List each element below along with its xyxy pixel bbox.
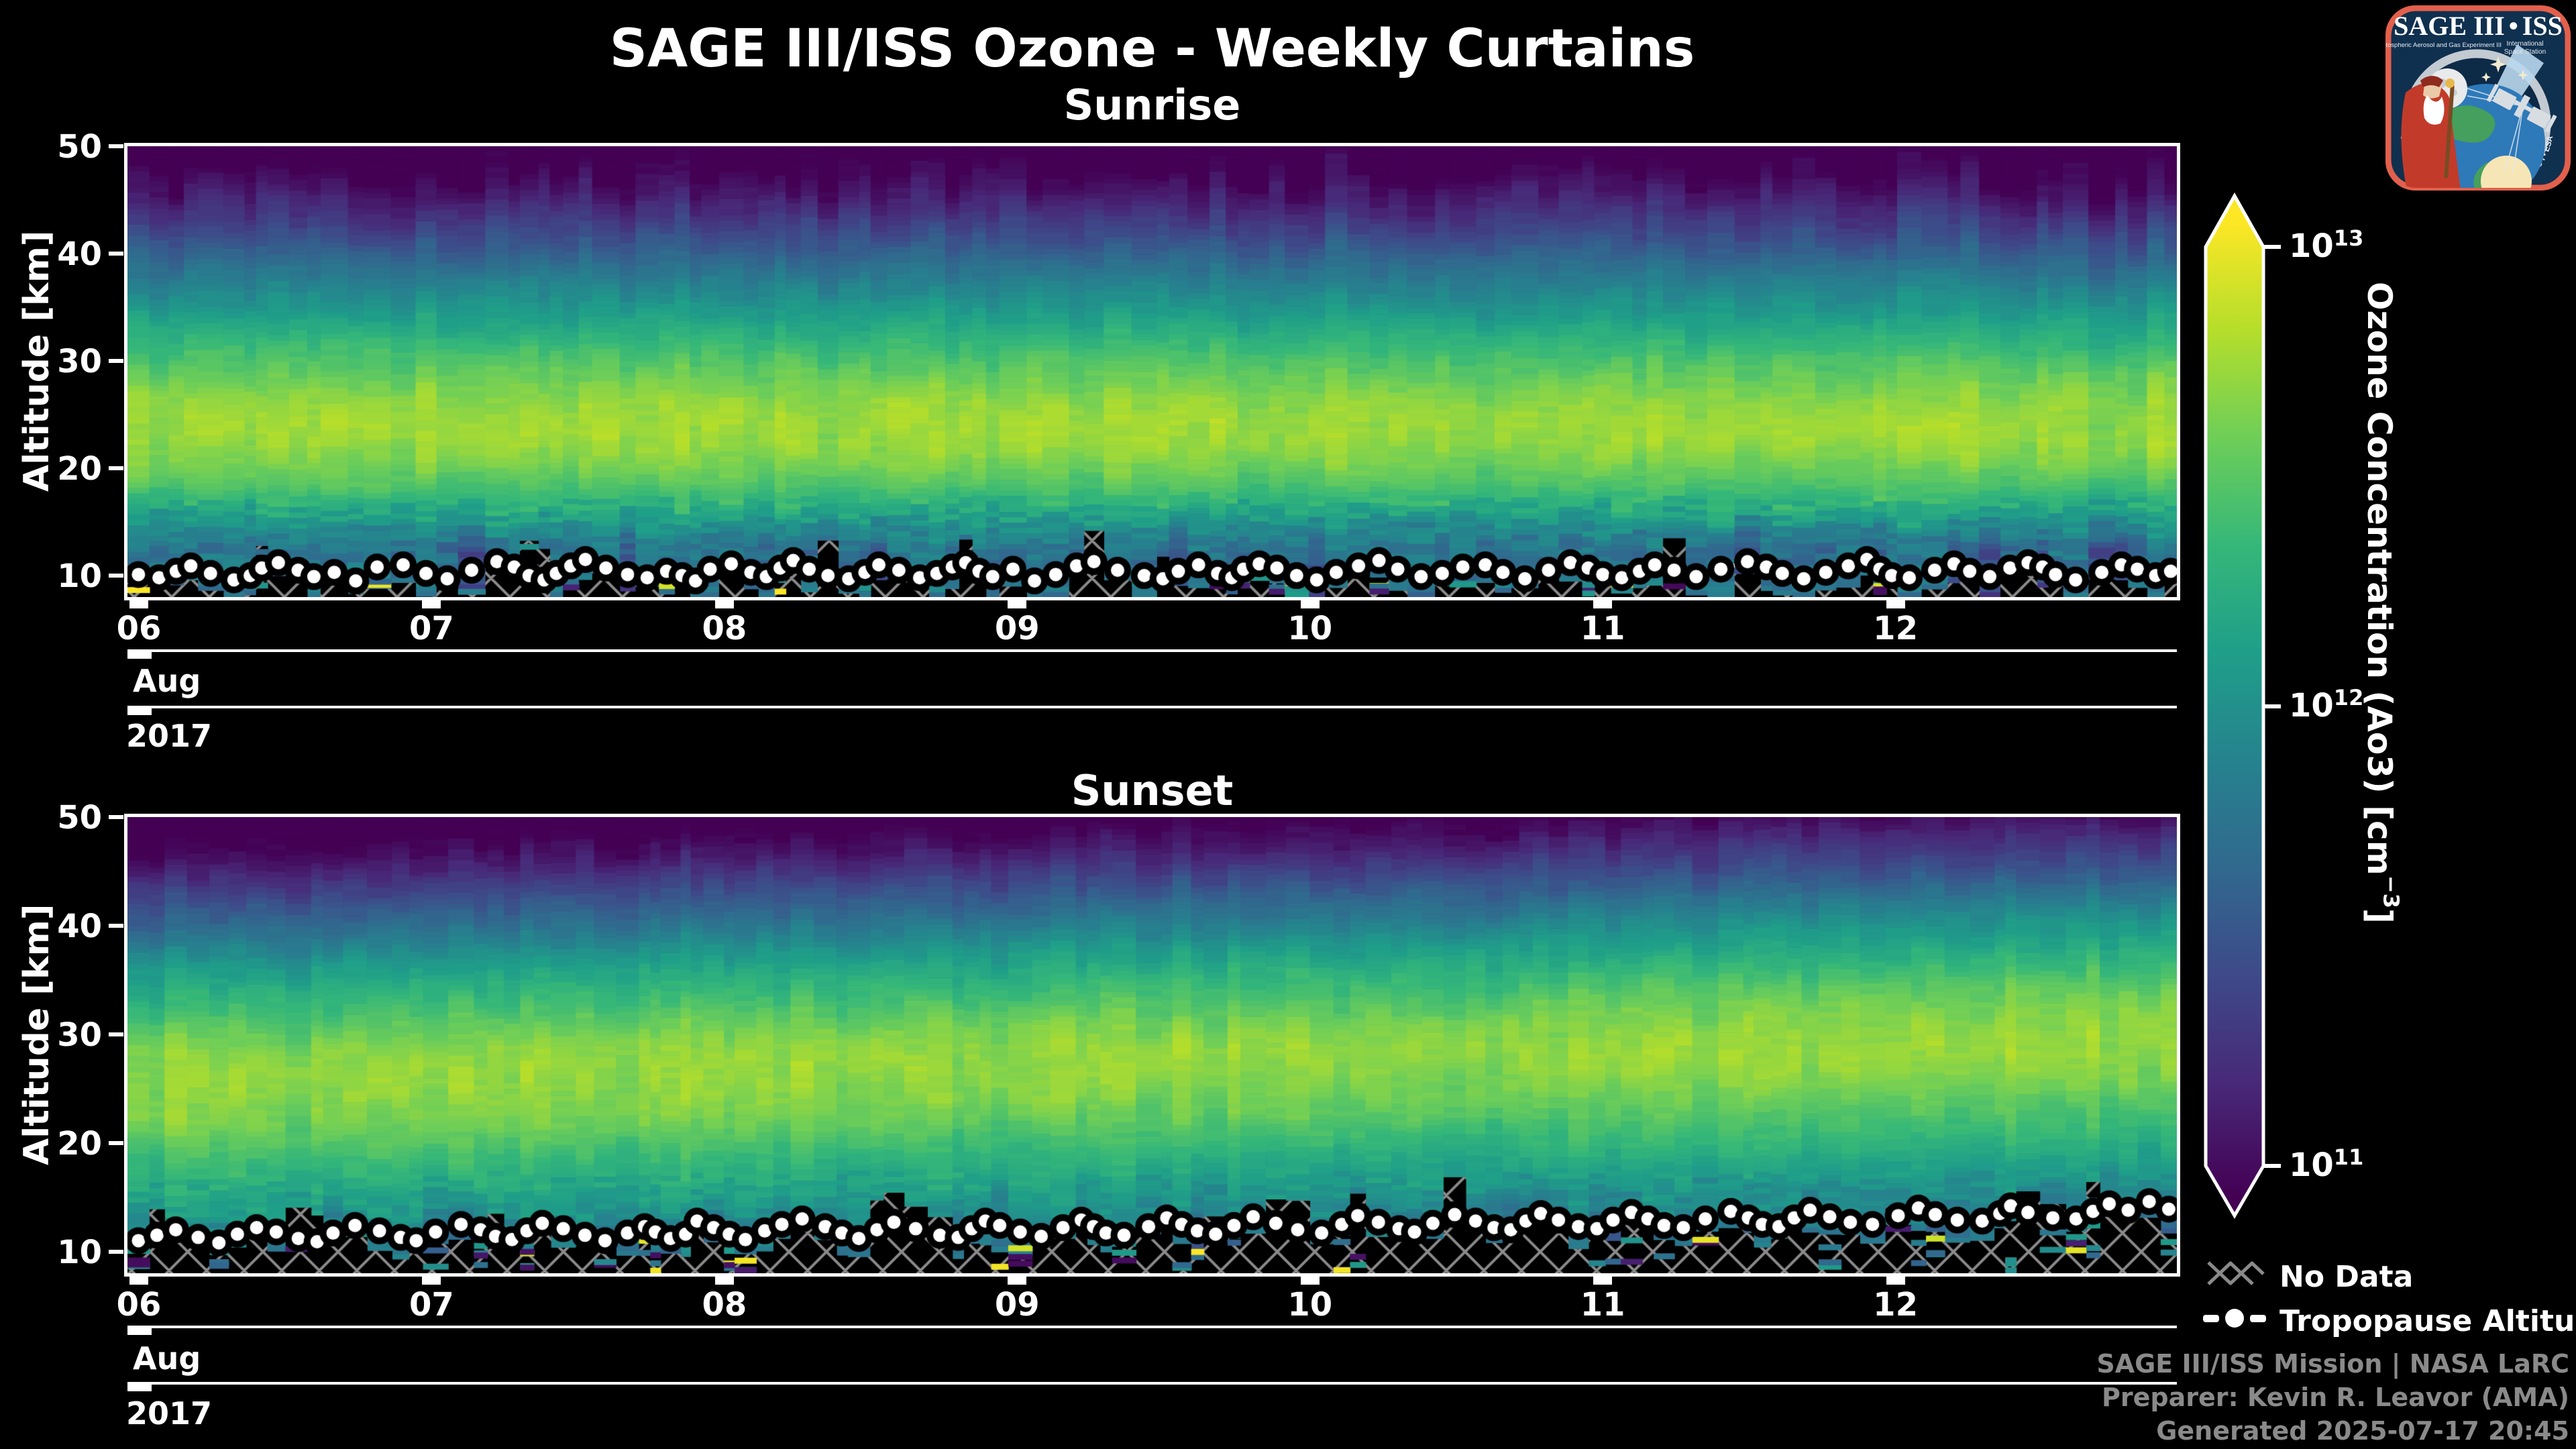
colorbar-tick-mark — [2263, 1164, 2281, 1168]
y-tick-label: 50 — [57, 128, 102, 166]
y-tick-label: 10 — [57, 557, 102, 595]
y-tick-label: 40 — [57, 907, 102, 945]
logo-subtitle-left: Stratospheric Aerosol and Gas Experiment… — [2385, 42, 2502, 49]
y-tick-label: 20 — [57, 450, 102, 488]
credits-block: SAGE III/ISS Mission | NASA LaRC Prepare… — [1945, 1347, 2569, 1449]
x-tick-label: 08 — [702, 1286, 747, 1324]
x-tick-mark — [422, 1277, 441, 1285]
sunset-panel-title: Sunset — [1071, 766, 1234, 815]
x-tick-mark — [1300, 1277, 1320, 1285]
y-tick-label: 30 — [57, 343, 102, 380]
sunrise-year-label: 2017 — [126, 718, 213, 754]
sunset-year-axis-line — [127, 1382, 2177, 1385]
y-tick-label: 20 — [57, 1124, 102, 1163]
y-tick-mark — [109, 1032, 123, 1036]
logo-wizard — [2401, 76, 2461, 188]
x-tick-mark — [714, 1277, 734, 1285]
colorbar-tick-1e12: 1012 — [2289, 685, 2364, 724]
y-tick-mark — [109, 252, 123, 256]
sunset-heatmap-canvas[interactable] — [127, 817, 2177, 1273]
x-tick-mark — [1300, 600, 1320, 608]
sunset-year-axis-tick — [127, 1385, 152, 1391]
y-tick-mark — [109, 815, 123, 819]
colorbar-tick-1e11: 1011 — [2289, 1144, 2364, 1184]
x-tick-label: 10 — [1287, 610, 1333, 647]
y-tick-mark — [109, 466, 123, 470]
sunset-year-label: 2017 — [126, 1395, 213, 1432]
x-tick-label: 07 — [409, 610, 454, 647]
y-tick-mark — [109, 923, 123, 928]
y-tick-mark — [109, 574, 123, 578]
tropopause-legend-icon — [2203, 1309, 2266, 1328]
y-tick-mark — [109, 144, 123, 148]
sunrise-panel-title: Sunrise — [1063, 80, 1241, 129]
x-tick-mark — [714, 600, 734, 608]
y-tick-mark — [109, 359, 123, 363]
colorbar-gradient-bar — [2204, 192, 2265, 1219]
x-tick-mark — [422, 600, 441, 608]
y-tick-mark — [109, 1140, 123, 1145]
x-tick-mark — [129, 600, 148, 608]
x-tick-mark — [1008, 1277, 1027, 1285]
no-data-legend-icon — [2207, 1261, 2265, 1285]
colorbar-axis-label: Ozone Concentration (Ao3) [cm−3] — [2360, 282, 2404, 924]
x-tick-label: 11 — [1580, 1286, 1625, 1324]
x-tick-mark — [129, 1277, 148, 1285]
y-tick-mark — [109, 1249, 123, 1254]
x-tick-label: 12 — [1873, 610, 1918, 647]
x-tick-label: 09 — [994, 610, 1040, 647]
sunset-month-axis-line — [127, 1326, 2177, 1328]
figure-root: SAGE III/ISS Ozone - Weekly Curtains Sun… — [0, 0, 2576, 1449]
tropopause-legend-label: Tropopause Altitude — [2279, 1304, 2576, 1338]
x-tick-label: 09 — [994, 1286, 1040, 1324]
sunrise-month-axis-tick — [127, 652, 152, 659]
sunrise-month-label: Aug — [133, 663, 201, 699]
x-tick-mark — [1593, 600, 1613, 608]
y-tick-label: 50 — [57, 799, 102, 837]
x-tick-mark — [1886, 1277, 1905, 1285]
credit-generated: Generated 2025-07-17 20:45 — [2156, 1416, 2569, 1446]
sunrise-heatmap-canvas[interactable] — [127, 146, 2177, 597]
x-tick-mark — [1593, 1277, 1613, 1285]
x-tick-label: 10 — [1287, 1286, 1333, 1324]
y-tick-label: 30 — [57, 1016, 102, 1054]
logo-title: SAGE III • ISS — [2394, 11, 2563, 41]
colorbar-tick-mark — [2263, 245, 2281, 249]
logo-subtitle-right-2: Space Station — [2504, 48, 2546, 56]
x-tick-label: 07 — [409, 1286, 454, 1324]
x-tick-label: 06 — [116, 610, 162, 647]
credit-mission: SAGE III/ISS Mission | NASA LaRC — [2096, 1349, 2569, 1379]
x-tick-label: 08 — [702, 610, 747, 647]
page-title: SAGE III/ISS Ozone - Weekly Curtains — [609, 19, 1695, 79]
sunset-month-label: Aug — [133, 1340, 201, 1377]
x-tick-label: 11 — [1580, 610, 1625, 647]
sunset-month-axis-tick — [127, 1328, 152, 1335]
credit-preparer: Preparer: Kevin R. Leavor (AMA) — [2102, 1383, 2569, 1413]
colorbar-tick-mark — [2263, 704, 2281, 708]
x-tick-label: 06 — [116, 1286, 162, 1324]
x-tick-mark — [1886, 600, 1905, 608]
x-tick-label: 12 — [1873, 1286, 1918, 1324]
y-tick-label: 10 — [57, 1233, 102, 1271]
x-tick-mark — [1008, 600, 1027, 608]
sunrise-year-axis-tick — [127, 708, 152, 715]
sage-iii-iss-logo[interactable]: BALL • NASA LANGLEY RESEARCH CENTER • S-… — [2385, 5, 2571, 191]
y-tick-label: 40 — [57, 235, 102, 273]
logo-subtitle-right-1: International — [2506, 40, 2543, 48]
colorbar-tick-1e13: 1013 — [2289, 225, 2364, 265]
sunrise-year-axis-line — [127, 706, 2177, 708]
sunrise-month-axis-line — [127, 649, 2177, 652]
no-data-legend-label: No Data — [2279, 1260, 2414, 1294]
